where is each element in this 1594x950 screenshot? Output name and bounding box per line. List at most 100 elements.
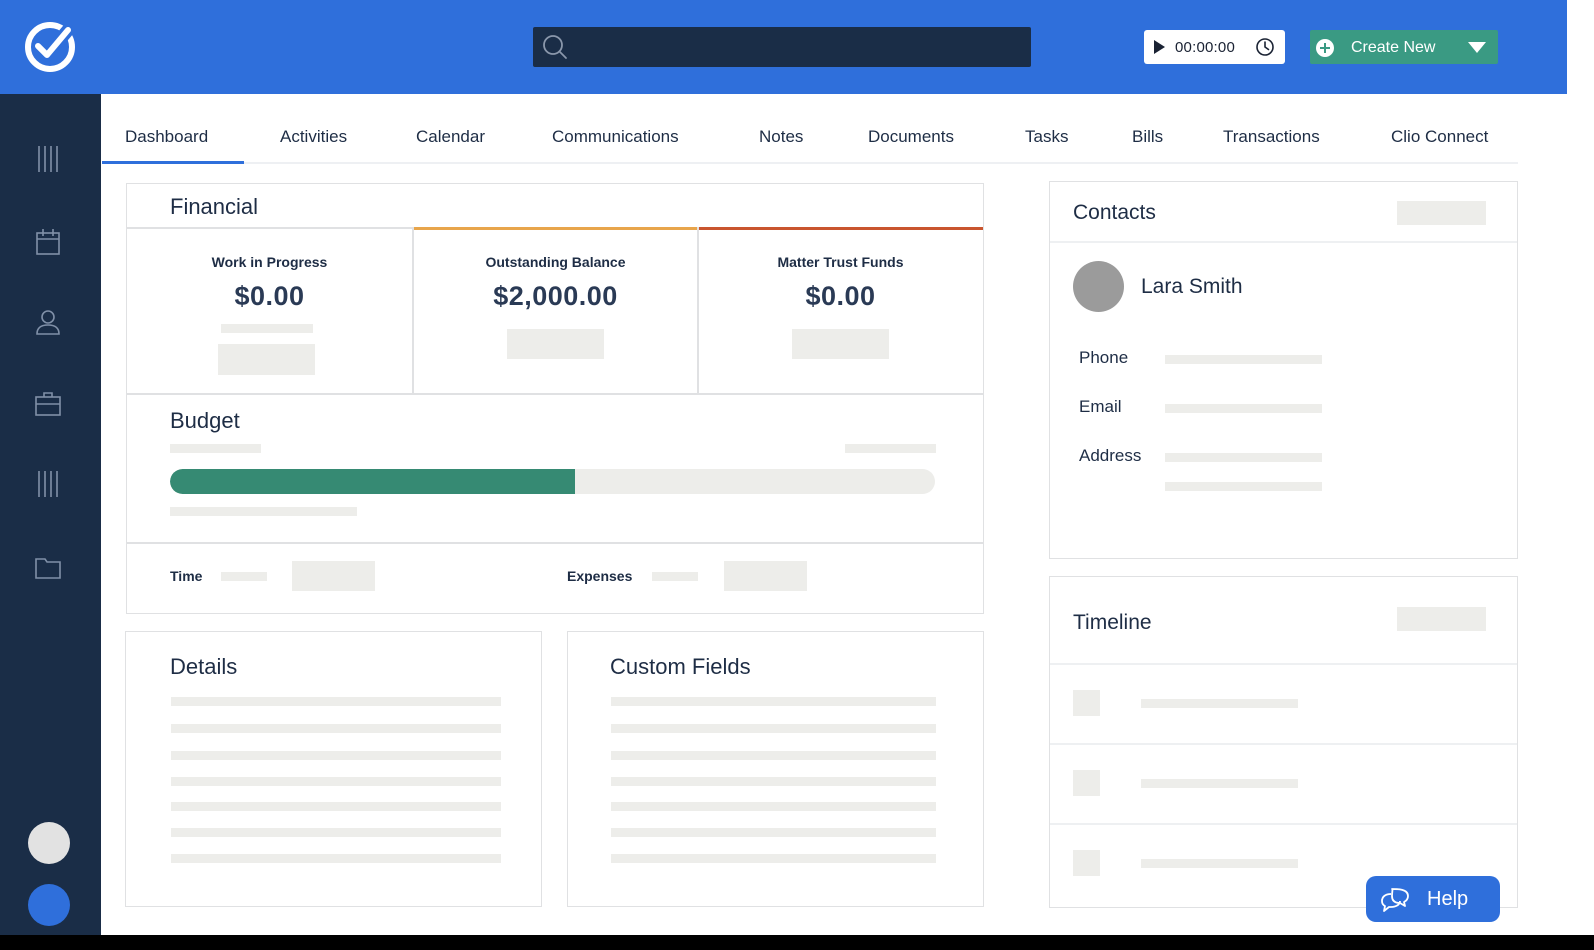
- timer-value: 00:00:00: [1175, 39, 1235, 56]
- tab-bar: Dashboard Activities Calendar Communicat…: [102, 113, 1518, 164]
- list-icon[interactable]: [34, 144, 62, 174]
- tab-transactions[interactable]: Transactions: [1223, 127, 1320, 147]
- placeholder-bar: [170, 444, 261, 453]
- tab-calendar[interactable]: Calendar: [416, 127, 485, 147]
- wip-value: $0.00: [234, 281, 305, 311]
- placeholder-block: [1397, 607, 1486, 631]
- outstanding-value: $2,000.00: [493, 281, 618, 311]
- list-icon[interactable]: [34, 469, 62, 499]
- plus-circle-icon: [1316, 39, 1334, 57]
- placeholder-bar: [611, 828, 936, 837]
- placeholder-block: [1397, 201, 1486, 225]
- placeholder-bar: [170, 507, 357, 516]
- details-title: Details: [170, 654, 238, 679]
- placeholder-bar: [1165, 482, 1322, 491]
- tab-activities[interactable]: Activities: [280, 127, 347, 147]
- financial-title: Financial: [170, 194, 259, 219]
- tab-tasks[interactable]: Tasks: [1025, 127, 1068, 147]
- budget-progress-bar: [170, 469, 935, 494]
- contact-avatar: [1073, 261, 1124, 312]
- help-label: Help: [1427, 888, 1469, 910]
- placeholder-bar: [171, 697, 501, 706]
- placeholder-bar: [611, 854, 936, 863]
- outstanding-accent-bar: [413, 227, 698, 230]
- custom-fields-title: Custom Fields: [610, 654, 751, 679]
- placeholder-bar: [1165, 355, 1322, 364]
- expenses-label: Expenses: [567, 568, 633, 584]
- calendar-icon[interactable]: [34, 227, 62, 257]
- placeholder-bar: [611, 777, 936, 786]
- placeholder-bar: [611, 697, 936, 706]
- clock-icon[interactable]: [1255, 37, 1275, 57]
- timer-widget[interactable]: 00:00:00: [1144, 30, 1285, 64]
- divider: [1050, 663, 1517, 665]
- tab-bills[interactable]: Bills: [1132, 127, 1163, 147]
- placeholder-block: [724, 561, 807, 591]
- placeholder-block: [218, 344, 315, 375]
- placeholder-bar: [611, 751, 936, 760]
- timeline-item-icon: [1073, 770, 1100, 796]
- divider: [127, 542, 983, 544]
- contacts-card: Contacts Lara Smith Phone Email Address: [1049, 181, 1518, 559]
- email-label: Email: [1079, 397, 1122, 416]
- avatar[interactable]: [28, 822, 70, 864]
- placeholder-block: [292, 561, 375, 591]
- placeholder-bar: [1141, 779, 1298, 788]
- active-tab-indicator: [102, 161, 244, 164]
- create-new-label: Create New: [1351, 39, 1436, 56]
- help-button[interactable]: Help: [1366, 876, 1500, 922]
- contacts-title: Contacts: [1073, 201, 1156, 224]
- placeholder-bar: [1165, 404, 1322, 413]
- page-bottom-edge: [0, 935, 1594, 950]
- clio-logo-icon[interactable]: [24, 21, 76, 73]
- create-new-button[interactable]: Create New: [1310, 30, 1498, 64]
- tab-dashboard[interactable]: Dashboard: [125, 127, 208, 147]
- tab-notes[interactable]: Notes: [759, 127, 803, 147]
- placeholder-bar: [171, 854, 501, 863]
- divider: [1050, 241, 1517, 243]
- timeline-card: Timeline: [1049, 576, 1518, 908]
- placeholder-bar: [221, 324, 313, 333]
- divider: [127, 393, 983, 395]
- search-input[interactable]: [533, 27, 1031, 67]
- budget-title: Budget: [170, 408, 240, 433]
- wip-label: Work in Progress: [211, 254, 328, 270]
- placeholder-block: [792, 329, 889, 359]
- timeline-title: Timeline: [1073, 611, 1152, 634]
- timeline-item-icon: [1073, 850, 1100, 876]
- page-margin: [1567, 0, 1594, 950]
- placeholder-bar: [1141, 859, 1298, 868]
- placeholder-block: [507, 329, 604, 359]
- placeholder-bar: [652, 572, 698, 581]
- contact-name[interactable]: Lara Smith: [1141, 275, 1243, 299]
- trust-label: Matter Trust Funds: [777, 254, 904, 270]
- app-window: 00:00:00 Create New Dashboard Activities…: [0, 0, 1567, 935]
- placeholder-bar: [171, 724, 501, 733]
- trust-value: $0.00: [805, 281, 876, 311]
- placeholder-bar: [845, 444, 936, 453]
- placeholder-bar: [221, 572, 267, 581]
- briefcase-icon[interactable]: [34, 389, 62, 419]
- placeholder-bar: [611, 724, 936, 733]
- tab-documents[interactable]: Documents: [868, 127, 954, 147]
- financial-card: Financial Work in Progress $0.00 Outstan…: [126, 183, 984, 614]
- search-icon: [543, 35, 567, 59]
- placeholder-bar: [611, 802, 936, 811]
- chevron-down-icon[interactable]: [1467, 40, 1487, 54]
- placeholder-bar: [171, 828, 501, 837]
- time-label: Time: [170, 568, 203, 584]
- divider: [1050, 743, 1517, 745]
- person-icon[interactable]: [34, 307, 62, 337]
- tab-clio-connect[interactable]: Clio Connect: [1391, 127, 1488, 147]
- user-avatar[interactable]: [28, 884, 70, 926]
- play-icon[interactable]: [1152, 39, 1166, 55]
- placeholder-bar: [1141, 699, 1298, 708]
- chat-bubbles-icon: [1381, 888, 1409, 912]
- sidebar: [0, 94, 101, 935]
- custom-fields-card: Custom Fields: [567, 631, 984, 907]
- placeholder-bar: [171, 802, 501, 811]
- folder-icon[interactable]: [34, 552, 62, 582]
- placeholder-bar: [1165, 453, 1322, 462]
- outstanding-label: Outstanding Balance: [485, 254, 626, 270]
- tab-communications[interactable]: Communications: [552, 127, 679, 147]
